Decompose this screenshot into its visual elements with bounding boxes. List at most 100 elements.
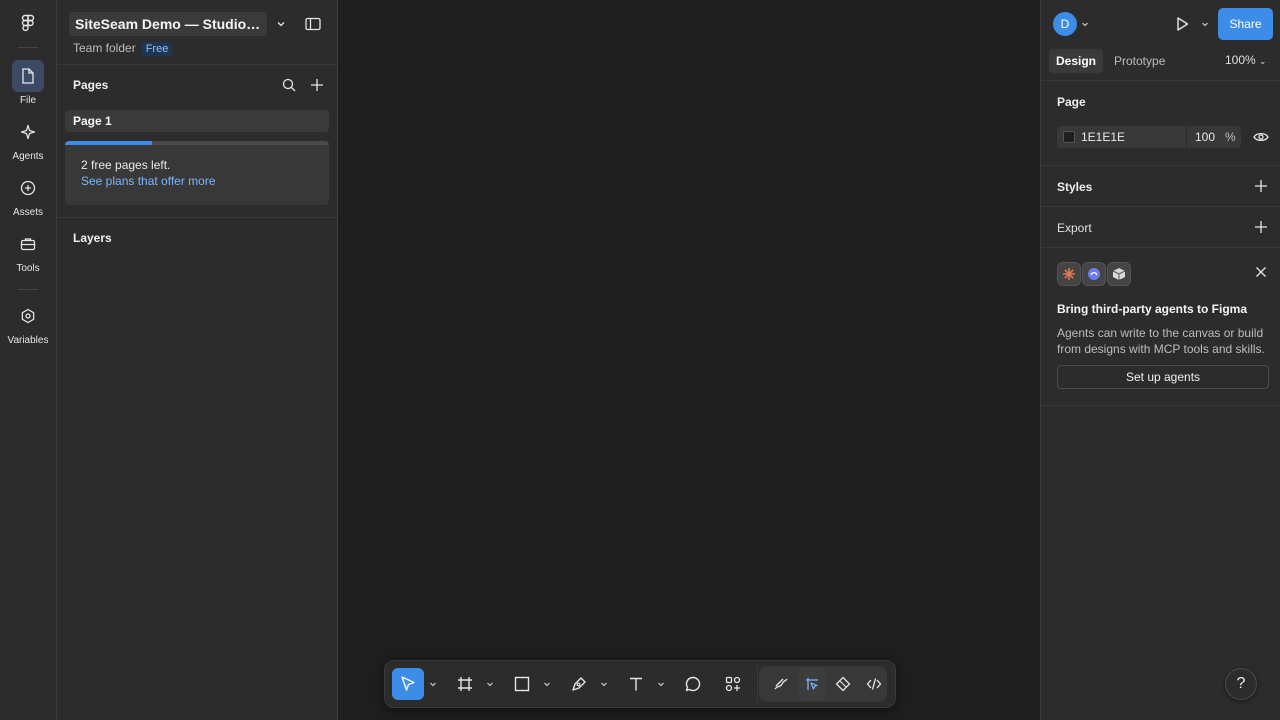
tab-design[interactable]: Design — [1049, 49, 1104, 73]
divider — [1041, 405, 1280, 406]
set-up-agents-button[interactable]: Set up agents — [1057, 365, 1269, 389]
frame-icon — [458, 677, 472, 691]
draw-mode-button[interactable] — [767, 668, 795, 700]
avatar[interactable]: D — [1053, 12, 1077, 36]
sidebar-toggle-icon[interactable] — [303, 14, 323, 34]
rail-item-label: Tools — [16, 263, 40, 274]
chevron-down-icon[interactable] — [543, 680, 551, 688]
chevron-down-icon[interactable] — [429, 680, 437, 688]
opacity-unit: % — [1225, 130, 1236, 144]
close-icon[interactable] — [1255, 266, 1267, 278]
free-pages-promo: 2 free pages left. See plans that offer … — [65, 141, 329, 205]
hexagon-icon — [12, 300, 44, 332]
divider — [57, 217, 337, 218]
page-color-field[interactable]: 1E1E1E 100 % — [1057, 126, 1241, 148]
move-tool-button[interactable] — [392, 668, 424, 700]
rail-divider — [18, 47, 38, 48]
right-panel: D Share Design Prototype 100% ⌄ Page 1E1… — [1040, 0, 1280, 720]
rail-item-file[interactable]: File — [0, 60, 56, 106]
export-title: Export — [1057, 221, 1092, 235]
rail-item-assets[interactable]: Assets — [0, 172, 56, 218]
add-style-icon[interactable] — [1254, 179, 1268, 193]
zoom-value: 100% — [1225, 53, 1256, 67]
rectangle-tool-button[interactable] — [506, 668, 538, 700]
share-button[interactable]: Share — [1218, 8, 1273, 40]
actions-tool-button[interactable] — [717, 668, 749, 700]
plan-badge[interactable]: Free — [141, 42, 173, 56]
divider — [1041, 247, 1280, 248]
left-rail: File Agents Assets Tools Variables — [0, 0, 57, 720]
divider — [1041, 80, 1280, 81]
styles-title: Styles — [1057, 180, 1093, 194]
tab-prototype[interactable]: Prototype — [1107, 49, 1172, 73]
canvas[interactable] — [338, 0, 1040, 720]
chevron-down-icon: ⌄ — [1259, 56, 1267, 66]
rectangle-icon — [514, 676, 530, 692]
add-export-icon[interactable] — [1254, 220, 1268, 234]
agents-promo-title: Bring third-party agents to Figma — [1057, 302, 1248, 316]
comment-tool-button[interactable] — [677, 668, 709, 700]
color-hex-value[interactable]: 1E1E1E — [1081, 130, 1125, 144]
free-pages-text: 2 free pages left. — [81, 158, 171, 172]
opacity-value[interactable]: 100 — [1195, 130, 1215, 144]
layers-title: Layers — [73, 231, 112, 245]
agent-logo-icon — [1082, 262, 1106, 286]
divider — [1041, 165, 1280, 166]
actions-icon — [725, 676, 741, 692]
agents-promo-description: Agents can write to the canvas or build … — [1057, 326, 1265, 356]
rail-item-tools[interactable]: Tools — [0, 228, 56, 274]
figma-logo-icon[interactable] — [18, 13, 38, 33]
pen-icon — [572, 677, 586, 691]
toolbar-divider — [757, 665, 758, 703]
rail-item-label: Assets — [12, 207, 43, 218]
claude-logo-icon — [1057, 262, 1081, 286]
left-panel: SiteSeam Demo — Studio C... Team folder F… — [57, 0, 338, 720]
file-menu-chevron-icon[interactable] — [269, 12, 293, 36]
text-icon — [630, 677, 642, 691]
play-icon[interactable] — [1173, 15, 1191, 33]
team-folder-row: Team folder Free — [73, 41, 173, 56]
team-folder-label[interactable]: Team folder — [73, 41, 136, 55]
dev-mode-button[interactable] — [860, 668, 888, 700]
chevron-down-icon[interactable] — [600, 680, 608, 688]
pages-progress-fill — [65, 141, 153, 145]
field-divider — [1186, 126, 1187, 148]
design-mode-button[interactable] — [798, 668, 826, 700]
design-mode-icon — [806, 678, 818, 690]
components-mode-button[interactable] — [829, 668, 857, 700]
rail-divider — [18, 289, 38, 290]
plus-circle-icon — [12, 172, 44, 204]
divider — [57, 64, 337, 65]
chevron-down-icon[interactable] — [1201, 20, 1209, 28]
cube-logo-icon — [1107, 262, 1131, 286]
search-icon[interactable] — [279, 75, 299, 95]
pages-title: Pages — [73, 78, 109, 92]
help-button[interactable]: ? — [1225, 668, 1257, 700]
rail-item-label: Variables — [7, 335, 49, 346]
divider — [1041, 206, 1280, 207]
code-icon — [866, 678, 882, 690]
page-section-title: Page — [1057, 95, 1086, 109]
see-plans-link[interactable]: See plans that offer more — [81, 174, 216, 188]
rail-item-label: File — [19, 95, 37, 106]
frame-tool-button[interactable] — [449, 668, 481, 700]
rail-item-variables[interactable]: Variables — [0, 300, 56, 346]
pen-tool-button[interactable] — [563, 668, 595, 700]
file-name[interactable]: SiteSeam Demo — Studio C... — [69, 12, 267, 36]
comment-icon — [685, 676, 701, 692]
chevron-down-icon[interactable] — [657, 680, 665, 688]
rail-item-label: Agents — [12, 151, 44, 162]
component-icon — [835, 676, 851, 692]
add-page-icon[interactable] — [307, 75, 327, 95]
chevron-down-icon[interactable] — [1081, 20, 1089, 28]
text-tool-button[interactable] — [620, 668, 652, 700]
color-swatch[interactable] — [1063, 131, 1075, 143]
draw-icon — [774, 678, 788, 690]
bottom-toolbar — [384, 660, 896, 708]
rail-item-agents[interactable]: Agents — [0, 116, 56, 162]
page-item[interactable]: Page 1 — [65, 110, 329, 132]
eye-icon[interactable] — [1253, 130, 1269, 144]
chevron-down-icon[interactable] — [486, 680, 494, 688]
zoom-level[interactable]: 100% ⌄ — [1225, 53, 1267, 67]
cursor-icon — [401, 676, 415, 691]
